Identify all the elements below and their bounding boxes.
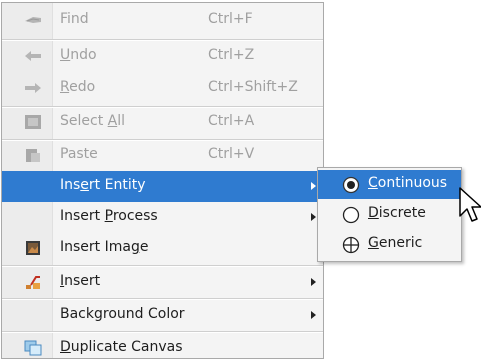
submenu-item-generic[interactable]: Generic	[318, 230, 461, 259]
radio-selected-icon	[342, 176, 360, 194]
menu-item-background-color[interactable]: Background Color	[2, 300, 323, 331]
menu-item-find[interactable]: Find Ctrl+F	[2, 5, 323, 36]
insert-icon	[26, 276, 40, 289]
insert-entity-submenu: Continuous Discrete Generic	[317, 167, 462, 262]
menu-item-label: Find	[60, 11, 89, 27]
image-icon	[26, 241, 40, 255]
submenu-item-discrete[interactable]: Discrete	[318, 200, 461, 229]
menu-item-label: Insert Image	[60, 239, 149, 255]
redo-icon	[25, 83, 41, 93]
menu-item-shortcut: Ctrl+F	[208, 11, 253, 27]
menu-item-insert-entity[interactable]: Insert Entity	[2, 171, 323, 202]
radio-empty-icon	[342, 206, 360, 224]
menu-item-shortcut: Ctrl+Z	[208, 47, 255, 63]
menu-item-label: Paste	[60, 146, 98, 162]
menu-item-label: Duplicate Canvas	[60, 339, 183, 355]
menu-item-label: Background Color	[60, 306, 185, 322]
menu-item-shortcut: Ctrl+A	[208, 113, 255, 129]
menu-item-label: Insert Entity	[60, 177, 146, 193]
undo-icon	[25, 51, 41, 61]
mouse-cursor-icon	[459, 187, 481, 222]
submenu-item-label: Continuous	[368, 175, 448, 191]
select-all-icon	[25, 115, 41, 129]
menu-item-label: Redo	[60, 79, 96, 95]
submenu-arrow-icon	[311, 213, 316, 221]
paste-icon	[26, 149, 40, 162]
menu-item-insert[interactable]: Insert	[2, 267, 323, 298]
menu-item-shortcut: Ctrl+Shift+Z	[208, 79, 298, 95]
duplicate-canvas-icon	[24, 340, 42, 356]
submenu-item-label: Generic	[368, 235, 423, 251]
submenu-arrow-icon	[311, 311, 316, 319]
menu-item-shortcut: Ctrl+V	[208, 146, 255, 162]
menu-item-paste[interactable]: Paste Ctrl+V	[2, 140, 323, 171]
menu-item-label: Insert Process	[60, 208, 158, 224]
crosshair-circle-icon	[342, 236, 360, 254]
menu-item-label: Select All	[60, 113, 125, 129]
context-menu: Find Ctrl+F Undo Ctrl+Z Redo Ctrl+Shift+…	[1, 2, 324, 359]
menu-item-insert-image[interactable]: Insert Image	[2, 233, 323, 264]
menu-item-select-all[interactable]: Select All Ctrl+A	[2, 107, 323, 138]
menu-item-undo[interactable]: Undo Ctrl+Z	[2, 41, 323, 72]
menu-item-redo[interactable]: Redo Ctrl+Shift+Z	[2, 73, 323, 104]
menu-item-duplicate-canvas[interactable]: Duplicate Canvas	[2, 333, 323, 364]
find-icon	[25, 17, 41, 23]
submenu-arrow-icon	[311, 182, 316, 190]
menu-item-label: Undo	[60, 47, 97, 63]
submenu-item-continuous[interactable]: Continuous	[318, 170, 461, 199]
menu-item-label: Insert	[60, 273, 101, 289]
menu-item-insert-process[interactable]: Insert Process	[2, 202, 323, 233]
submenu-item-label: Discrete	[368, 205, 426, 221]
submenu-arrow-icon	[311, 278, 316, 286]
